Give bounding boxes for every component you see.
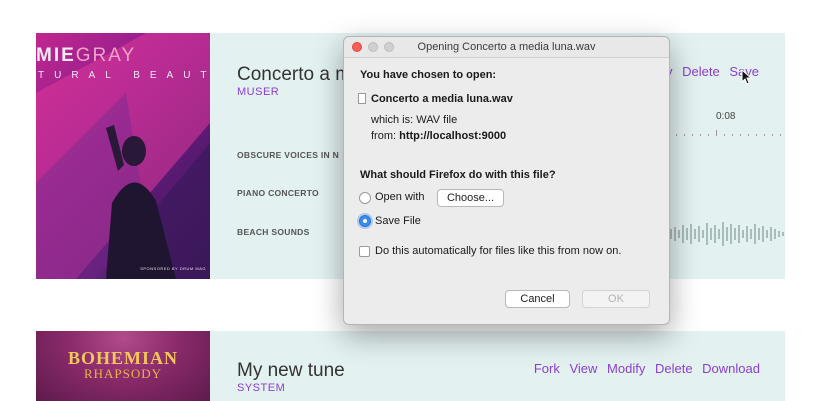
album-art-natural-beauty: MIEGRAY TURAL BEAUTY SPONSORED BY DRUM M… bbox=[36, 33, 210, 279]
action-question: What should Firefox do with this file? bbox=[360, 169, 556, 181]
file-type-row: which is: WAV file bbox=[371, 114, 457, 126]
album-title-text: BOHEMIAN bbox=[67, 348, 178, 368]
album-art-bohemian-rhapsody: BOHEMIAN RHAPSODY bbox=[36, 331, 210, 401]
sub-track-piano-concerto[interactable]: PIANO CONCERTO bbox=[237, 188, 319, 198]
album-subtitle-text: RHAPSODY bbox=[83, 366, 163, 381]
action-delete[interactable]: Delete bbox=[655, 361, 693, 376]
timeline-ticks bbox=[668, 130, 781, 136]
which-is-label: which is: bbox=[371, 114, 414, 126]
mouse-cursor-icon bbox=[741, 69, 753, 85]
open-with-radio[interactable] bbox=[359, 192, 371, 204]
action-delete[interactable]: Delete bbox=[682, 64, 720, 79]
from-label: from: bbox=[371, 130, 397, 142]
file-icon bbox=[358, 93, 366, 104]
album-sponsor-text: SPONSORED BY DRUM MAG bbox=[140, 266, 206, 271]
track-card-my-new-tune: BOHEMIAN RHAPSODY My new tune SYSTEM For… bbox=[36, 331, 785, 401]
chosen-label: You have chosen to open: bbox=[360, 69, 497, 81]
track-title: Concerto a m bbox=[237, 64, 352, 85]
dialog-title: Opening Concerto a media luna.wav bbox=[417, 41, 596, 53]
action-view[interactable]: View bbox=[569, 361, 597, 376]
filename: Concerto a media luna.wav bbox=[371, 93, 513, 105]
track-title: My new tune bbox=[237, 360, 345, 381]
track-author[interactable]: MUSER bbox=[237, 86, 279, 98]
action-fork[interactable]: Fork bbox=[534, 361, 560, 376]
sub-track-beach-sounds[interactable]: BEACH SOUNDS bbox=[237, 227, 310, 237]
open-with-label[interactable]: Open with bbox=[375, 191, 425, 203]
action-download[interactable]: Download bbox=[702, 361, 760, 376]
dialog-titlebar[interactable]: Opening Concerto a media luna.wav bbox=[344, 37, 669, 58]
track-author[interactable]: SYSTEM bbox=[237, 382, 285, 394]
action-modify[interactable]: Modify bbox=[607, 361, 645, 376]
playback-time: 0:08 bbox=[716, 111, 736, 122]
save-file-label[interactable]: Save File bbox=[375, 215, 421, 227]
source-url: http://localhost:9000 bbox=[399, 130, 507, 142]
auto-handle-label[interactable]: Do this automatically for files like thi… bbox=[375, 245, 621, 257]
cancel-button[interactable]: Cancel bbox=[505, 290, 570, 308]
choose-application-button[interactable]: Choose... bbox=[437, 189, 504, 207]
auto-handle-checkbox[interactable] bbox=[359, 246, 370, 257]
source-row: from: http://localhost:9000 bbox=[371, 130, 506, 142]
album-subtitle: TURAL BEAUTY bbox=[38, 70, 210, 81]
waveform[interactable] bbox=[666, 219, 785, 249]
sub-track-obscure-voices[interactable]: OBSCURE VOICES IN N bbox=[237, 150, 339, 160]
ok-button[interactable]: OK bbox=[582, 290, 650, 308]
album-brand-text: MIEGRAY bbox=[36, 45, 137, 66]
file-type-value: WAV file bbox=[416, 114, 458, 126]
track-actions: Fork View Modify Delete Download bbox=[528, 361, 760, 376]
save-file-radio[interactable] bbox=[359, 215, 371, 227]
